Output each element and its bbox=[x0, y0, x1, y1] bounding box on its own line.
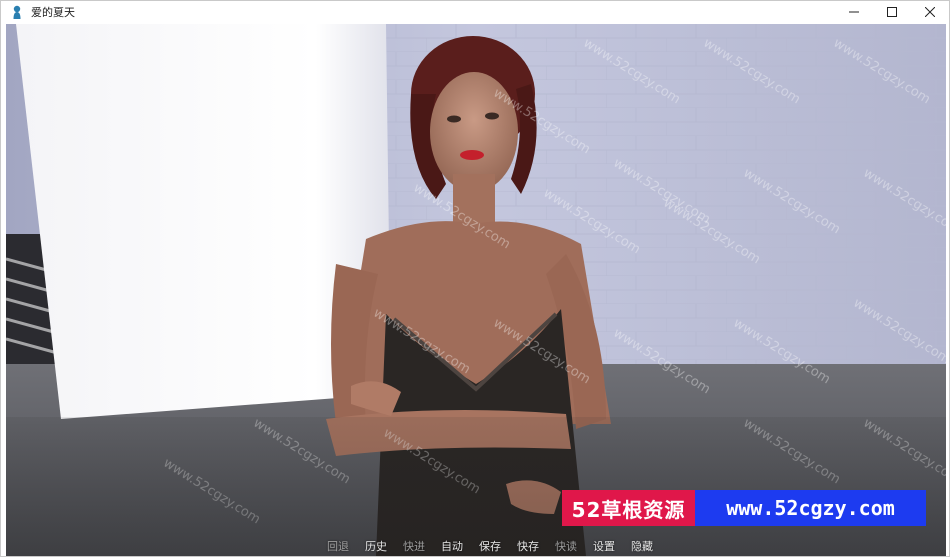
quick-menu-quicksave[interactable]: 快存 bbox=[509, 538, 547, 554]
dialogue-area[interactable] bbox=[6, 417, 946, 556]
quick-menu-auto[interactable]: 自动 bbox=[433, 538, 471, 554]
maximize-icon bbox=[887, 7, 897, 17]
banner-site-name: 52草根资源 bbox=[562, 490, 695, 526]
quick-menu-rollback[interactable]: 回退 bbox=[319, 538, 357, 554]
quick-menu: 回退 历史 快进 自动 保存 快存 快读 设置 隐藏 bbox=[319, 538, 661, 554]
quick-menu-skip[interactable]: 快进 bbox=[395, 538, 433, 554]
close-icon bbox=[925, 7, 935, 17]
minimize-icon bbox=[849, 11, 859, 13]
quick-menu-save[interactable]: 保存 bbox=[471, 538, 509, 554]
minimize-button[interactable] bbox=[835, 1, 873, 23]
title-bar: 爱的夏天 bbox=[1, 1, 949, 23]
quick-menu-history[interactable]: 历史 bbox=[357, 538, 395, 554]
quick-menu-quickload[interactable]: 快读 bbox=[547, 538, 585, 554]
quick-menu-hide[interactable]: 隐藏 bbox=[623, 538, 661, 554]
close-button[interactable] bbox=[911, 1, 949, 23]
game-viewport[interactable]: www.52cgzy.com www.52cgzy.com www.52cgzy… bbox=[6, 24, 946, 556]
game-window: 爱的夏天 www.52cgzy.com www.52cgzy.com www.5… bbox=[0, 0, 950, 557]
quick-menu-settings[interactable]: 设置 bbox=[585, 538, 623, 554]
app-icon bbox=[9, 4, 25, 20]
banner-site-url: www.52cgzy.com bbox=[695, 490, 926, 526]
maximize-button[interactable] bbox=[873, 1, 911, 23]
watermark-banner: 52草根资源 www.52cgzy.com bbox=[562, 490, 926, 526]
window-controls bbox=[835, 1, 949, 23]
window-title: 爱的夏天 bbox=[31, 6, 75, 19]
